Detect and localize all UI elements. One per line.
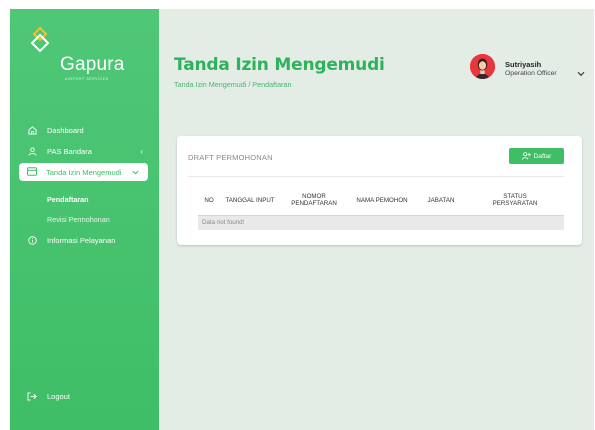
sidebar-item-pas-bandara[interactable]: PAS Bandara ‹ bbox=[10, 142, 159, 160]
sidebar-item-label: Tanda Izin Mengemudi bbox=[46, 167, 122, 177]
column-header-status-persyaratan: STATUS PERSYARATAN bbox=[466, 186, 564, 216]
column-header-jabatan: JABATAN bbox=[416, 186, 466, 216]
info-icon bbox=[27, 235, 37, 245]
sidebar: Gapura AIRPORT SERVICES Dashboard PAS Ba… bbox=[10, 9, 159, 430]
column-header-nomor-pendaftaran: NOMOR PENDAFTARAN bbox=[280, 186, 348, 216]
sidebar-item-label: Informasi Pelayanan bbox=[47, 235, 116, 245]
draft-card: DRAFT PERMOHONAN Daftar NO TANGGAL INPUT… bbox=[177, 136, 582, 245]
column-header-no: NO bbox=[198, 186, 220, 216]
app-frame: Gapura AIRPORT SERVICES Dashboard PAS Ba… bbox=[10, 9, 594, 430]
sidebar-item-dashboard[interactable]: Dashboard bbox=[10, 121, 159, 139]
daftar-button[interactable]: Daftar bbox=[509, 148, 564, 164]
add-user-icon bbox=[521, 152, 531, 160]
chevron-left-icon: ‹ bbox=[140, 146, 143, 156]
sidebar-subitem-pendaftaran[interactable]: Pendaftaran bbox=[47, 195, 89, 204]
daftar-button-label: Daftar bbox=[533, 152, 552, 160]
breadcrumb: Tanda Izin Mengemudi / Pendaftaran bbox=[174, 80, 292, 89]
main-content: Tanda Izin Mengemudi Tanda Izin Mengemud… bbox=[159, 9, 594, 430]
user-icon bbox=[27, 146, 37, 156]
card-title: DRAFT PERMOHONAN bbox=[188, 153, 273, 162]
page-title: Tanda Izin Mengemudi bbox=[174, 55, 385, 75]
sidebar-item-label: Dashboard bbox=[47, 125, 84, 135]
sidebar-subitem-revisi-permohonan[interactable]: Revisi Permohonan bbox=[47, 215, 110, 224]
logout-label: Logout bbox=[47, 391, 70, 401]
empty-message: Data not found! bbox=[198, 215, 564, 230]
logo-mark-icon bbox=[30, 26, 50, 53]
logout-icon bbox=[27, 391, 37, 401]
divider bbox=[188, 176, 564, 177]
card-icon bbox=[27, 166, 37, 178]
avatar[interactable] bbox=[470, 54, 495, 79]
column-header-tanggal-input: TANGGAL INPUT bbox=[220, 186, 280, 216]
user-role: Operation Officer bbox=[505, 70, 557, 77]
draft-table: NO TANGGAL INPUT NOMOR PENDAFTARAN NAMA … bbox=[198, 186, 564, 230]
brand-name: Gapura bbox=[60, 54, 125, 75]
home-icon bbox=[27, 125, 37, 135]
chevron-down-icon bbox=[132, 168, 139, 177]
sidebar-item-label: PAS Bandara bbox=[47, 146, 92, 156]
sidebar-item-informasi-pelayanan[interactable]: Informasi Pelayanan bbox=[10, 231, 159, 249]
brand-logo[interactable]: Gapura AIRPORT SERVICES bbox=[28, 26, 138, 81]
logout-button[interactable]: Logout bbox=[10, 387, 159, 405]
chevron-down-icon[interactable] bbox=[577, 64, 587, 77]
user-name: Sutriyasih bbox=[505, 60, 542, 69]
table-row: Data not found! bbox=[198, 215, 564, 230]
column-header-nama-pemohon: NAMA PEMOHON bbox=[348, 186, 416, 216]
sidebar-item-tanda-izin-mengemudi[interactable]: Tanda Izin Mengemudi bbox=[19, 163, 148, 181]
brand-tagline: AIRPORT SERVICES bbox=[65, 77, 109, 81]
table-header-row: NO TANGGAL INPUT NOMOR PENDAFTARAN NAMA … bbox=[198, 186, 564, 216]
